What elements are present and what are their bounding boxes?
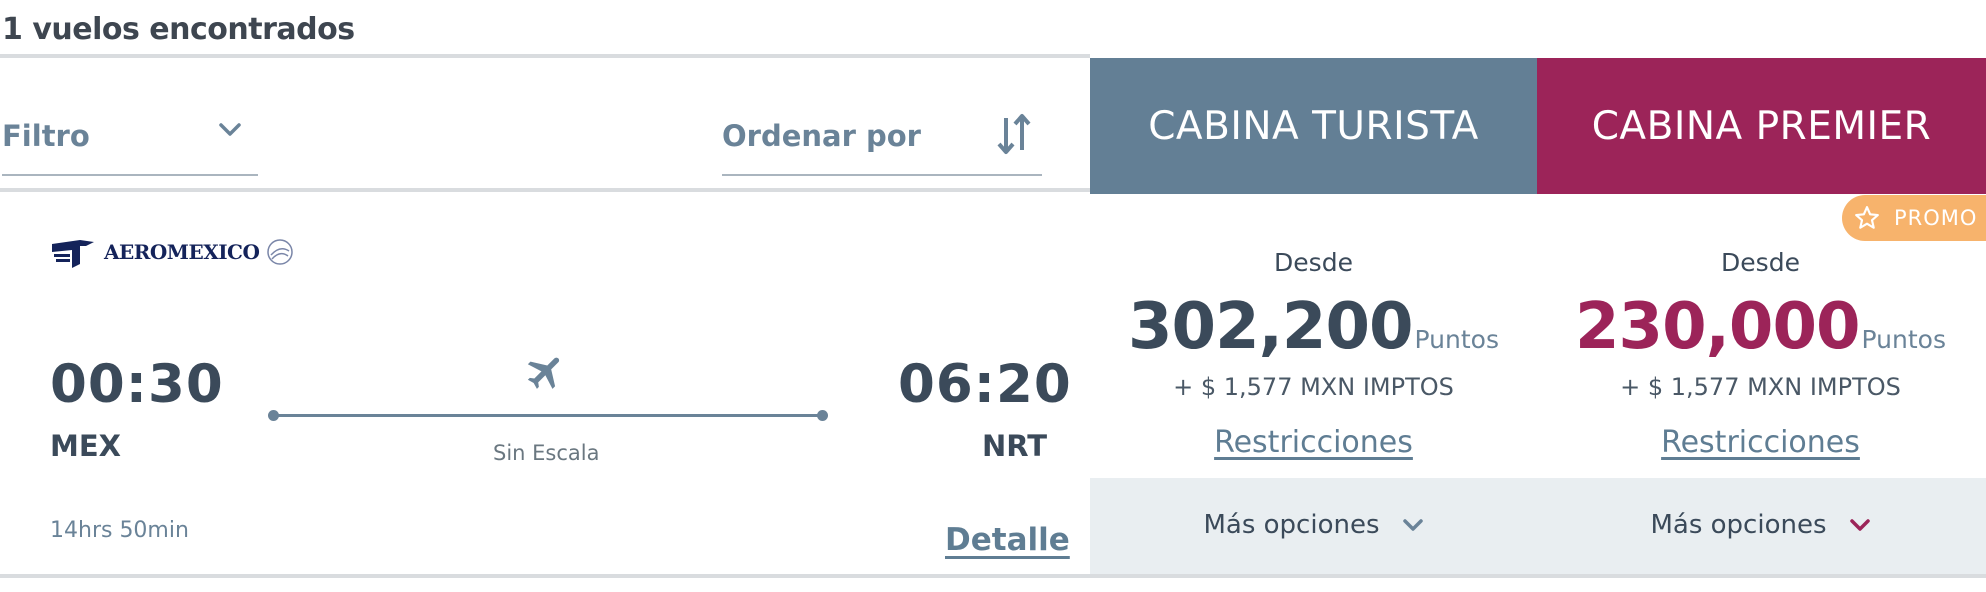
star-icon <box>1855 206 1879 229</box>
sort-underline <box>722 174 1042 176</box>
cabin-turista-label: CABINA TURISTA <box>1148 103 1479 149</box>
restrictions-link[interactable]: Restricciones <box>1661 425 1860 460</box>
fare-premier: Desde <box>1537 248 1984 277</box>
skyteam-icon <box>267 239 294 265</box>
airline-name: AEROMEXICO <box>104 240 260 264</box>
fare-restrictions-wrap: Restricciones <box>1537 425 1984 460</box>
fare-points-unit: Puntos <box>1861 325 1946 354</box>
more-options-premier[interactable]: Más opciones <box>1537 510 1984 540</box>
fare-points: 230,000 <box>1575 290 1860 364</box>
fare-premier-price: 230,000 Puntos <box>1537 290 1984 364</box>
sort-select[interactable]: Ordenar por <box>722 112 1042 178</box>
fare-turista: Desde <box>1090 248 1537 277</box>
bottom-divider <box>0 574 1986 578</box>
more-options-turista[interactable]: Más opciones <box>1090 510 1537 540</box>
fare-restrictions-wrap: Restricciones <box>1090 425 1537 460</box>
promo-label: PROMO <box>1894 206 1978 230</box>
fare-taxes: + $ 1,577 MXN IMPTOS <box>1173 373 1454 401</box>
route-destination-dot <box>817 410 828 421</box>
eagle-knight-icon <box>52 240 94 268</box>
arrival-airport: NRT <box>982 429 1048 463</box>
route-line <box>273 414 823 417</box>
restrictions-link[interactable]: Restricciones <box>1214 425 1413 460</box>
detail-link[interactable]: Detalle <box>945 522 1070 558</box>
filters-divider <box>0 188 1090 192</box>
cabin-premier-label: CABINA PREMIER <box>1591 103 1932 149</box>
fare-from-label: Desde <box>1721 248 1800 277</box>
airplane-icon <box>524 350 568 398</box>
departure-time: 00:30 <box>50 354 224 415</box>
filter-label: Filtro <box>2 119 90 153</box>
filter-underline <box>2 174 258 176</box>
chevron-down-icon <box>1402 519 1423 531</box>
promo-badge: PROMO <box>1842 195 1986 241</box>
filter-select[interactable]: Filtro <box>0 112 258 178</box>
sort-label: Ordenar por <box>722 119 921 153</box>
departure-airport: MEX <box>50 429 122 463</box>
cabin-turista-header[interactable]: CABINA TURISTA <box>1090 58 1537 194</box>
fare-from-label: Desde <box>1274 248 1353 277</box>
stops-label: Sin Escala <box>493 441 600 465</box>
airline-logo: AEROMEXICO <box>50 234 295 270</box>
header-divider <box>0 54 1090 58</box>
flight-duration: 14hrs 50min <box>50 518 189 543</box>
fare-taxes: + $ 1,577 MXN IMPTOS <box>1620 373 1901 401</box>
more-options-label: Más opciones <box>1203 510 1380 540</box>
fare-points: 302,200 <box>1128 290 1413 364</box>
cabin-premier-header[interactable]: CABINA PREMIER <box>1537 58 1986 194</box>
fare-turista-price: 302,200 Puntos <box>1090 290 1537 364</box>
results-count: 1 vuelos encontrados <box>2 12 355 47</box>
arrival-time: 06:20 <box>898 354 1072 415</box>
sort-arrows-icon <box>996 112 1032 160</box>
chevron-down-icon <box>218 122 242 142</box>
chevron-down-icon <box>1849 519 1870 531</box>
fare-points-unit: Puntos <box>1414 325 1499 354</box>
more-options-label: Más opciones <box>1650 510 1827 540</box>
